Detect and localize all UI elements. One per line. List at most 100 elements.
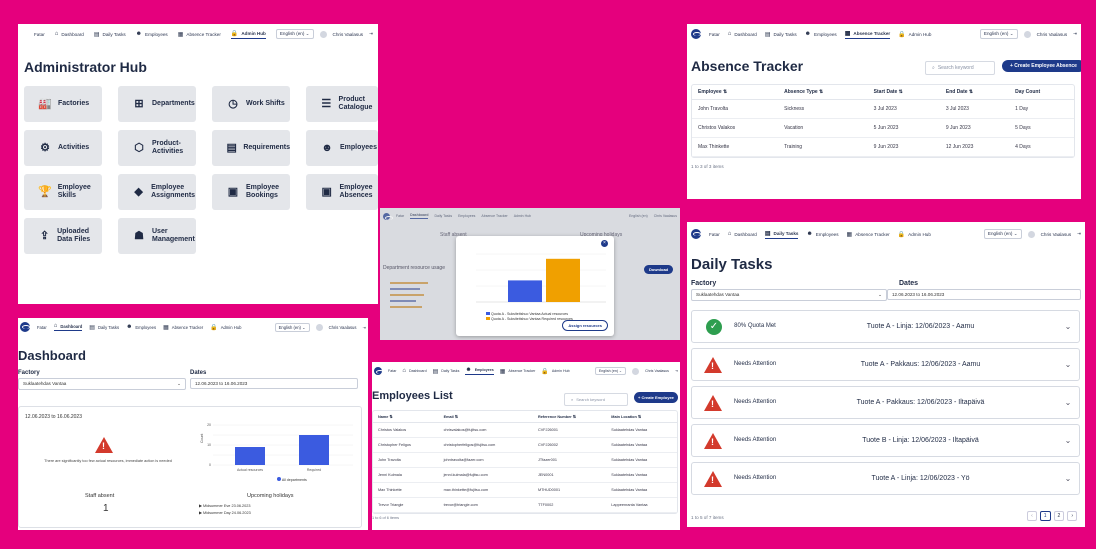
tile-employee-assignments[interactable]: ◆ Employee Assignments xyxy=(118,174,196,210)
logout-icon[interactable]: ⇥ xyxy=(1077,231,1081,237)
language-select[interactable]: English (en) ⌄ xyxy=(594,367,627,375)
nav-dashboard[interactable]: ⌂ Dashboard xyxy=(728,31,757,37)
tile-departments[interactable]: ⊞ Departments xyxy=(118,86,196,122)
col-email[interactable]: Email ⇅ xyxy=(438,411,533,423)
nav-absence-tracker[interactable]: ▦ Absence Tracker xyxy=(163,324,203,331)
tile-activities[interactable]: ⚙ Activities xyxy=(24,130,102,166)
tile-factories[interactable]: 🏭 Factories xyxy=(24,86,102,122)
logout-icon[interactable]: ⇥ xyxy=(675,369,678,373)
col-name[interactable]: Name ⇅ xyxy=(373,411,439,423)
nav-employees[interactable]: ☻ Employees xyxy=(126,324,156,330)
language-select[interactable]: English (en) ⌄ xyxy=(983,229,1022,239)
tile-employees[interactable]: ☻ Employees xyxy=(306,130,378,166)
col-employee[interactable]: Employee ⇅ xyxy=(692,85,779,100)
table-row[interactable]: John Travolta Sickness 3 Jul 2023 3 Jul 202… xyxy=(692,99,1074,119)
nav-absence-tracker[interactable]: ▦ Absence Tracker xyxy=(847,231,890,238)
tile-work-shifts[interactable]: ◷ Work Shifts xyxy=(212,86,290,122)
search-input[interactable]: ⌕ Search keyword xyxy=(925,61,995,75)
dates-input[interactable]: 12.06.2023 to 16.06.2023 xyxy=(887,289,1081,300)
nav-admin-hub[interactable]: 🔒 Admin Hub xyxy=(210,324,241,331)
nav-dashboard[interactable]: ⌂ Dashboard xyxy=(55,31,84,37)
task-row[interactable]: ! Needs Attention Tuote B - Linja: 12/06/2… xyxy=(691,424,1080,457)
task-row[interactable]: ! Needs Attention Tuote A - Linja: 12/06/2… xyxy=(691,462,1080,495)
table-row[interactable]: Christos Valakos chrisvalakos@fujitsu.com… xyxy=(373,422,677,438)
nav-employees[interactable]: ☻ Employees xyxy=(805,31,837,37)
table-row[interactable]: Christos Valakos Vacation 5 Jun 2023 9 Jun … xyxy=(692,118,1074,138)
next-page-button[interactable]: › xyxy=(1067,511,1077,521)
tile-uploaded-data-files[interactable]: ⇪ Uploaded Data Files xyxy=(24,218,102,254)
search-input[interactable]: ⌕ Search keyword xyxy=(564,393,628,406)
avatar[interactable] xyxy=(632,367,640,375)
chevron-down-icon[interactable]: ⌄ xyxy=(1057,436,1079,445)
download-button[interactable]: Download xyxy=(644,265,674,274)
nav-daily-tasks[interactable]: ▤ Daily Tasks xyxy=(433,368,460,375)
col-reference-number[interactable]: Reference Number ⇅ xyxy=(532,411,607,423)
close-icon[interactable]: × xyxy=(601,240,608,247)
tile-product-activities[interactable]: ⬡ Product-Activities xyxy=(118,130,196,166)
dates-input[interactable]: 12.06.2023 to 16.06.2023 xyxy=(190,378,358,389)
nav-absence-tracker[interactable]: Absence Tracker xyxy=(481,214,507,218)
create-employee-button[interactable]: + Create Employee xyxy=(634,392,678,403)
table-row[interactable]: Max Thinkette Training 9 Jun 2023 12 Jun 20… xyxy=(692,137,1074,157)
nav-absence-tracker[interactable]: ▦ Absence Tracker xyxy=(500,368,536,375)
brand-logo-icon[interactable] xyxy=(383,212,393,220)
nav-daily-tasks[interactable]: ▤ Daily Tasks xyxy=(765,31,797,38)
nav-daily-tasks[interactable]: ▤ Daily Tasks xyxy=(94,31,126,38)
tile-product-catalogue[interactable]: ☰ Product Catalogue xyxy=(306,86,378,122)
nav-daily-tasks[interactable]: ▤ Daily Tasks xyxy=(764,230,799,239)
nav-employees[interactable]: ☻ Employees xyxy=(806,231,838,237)
logout-icon[interactable]: ⇥ xyxy=(369,31,373,37)
factory-select[interactable]: Suklaatehdas Vantaa ⌄ xyxy=(18,378,186,390)
nav-admin-hub[interactable]: 🔒 Admin Hub xyxy=(230,30,266,39)
col-end-date[interactable]: End Date ⇅ xyxy=(939,85,1010,100)
language-select[interactable]: English (en) ⌄ xyxy=(274,322,310,332)
prev-page-button[interactable]: ‹ xyxy=(1027,511,1037,521)
nav-employees[interactable]: ☻ Employees xyxy=(136,31,168,37)
chevron-down-icon[interactable]: ⌄ xyxy=(1057,398,1079,407)
create-employee-absence-button[interactable]: + Create Employee Absence xyxy=(1002,60,1081,72)
nav-admin-hub[interactable]: 🔒 Admin Hub xyxy=(541,368,569,375)
language-select[interactable]: English (en) xyxy=(629,214,648,218)
nav-dashboard[interactable]: Dashboard xyxy=(410,213,429,219)
language-select[interactable]: English (en) ⌄ xyxy=(979,29,1018,39)
logout-icon[interactable]: ⇥ xyxy=(362,325,366,330)
avatar[interactable] xyxy=(1027,230,1035,238)
tile-employee-skills[interactable]: 🏆 Employee Skills xyxy=(24,174,102,210)
nav-absence-tracker[interactable]: ▦ Absence Tracker xyxy=(844,30,891,39)
assign-resources-button[interactable]: Assign resources xyxy=(562,320,608,331)
nav-admin-hub[interactable]: 🔒 Admin Hub xyxy=(898,31,931,38)
nav-dashboard[interactable]: ⌂ Dashboard xyxy=(728,231,757,237)
brand-logo-icon[interactable] xyxy=(691,29,701,39)
table-row[interactable]: John Travolta johntravolta@fazer.com JTfaz… xyxy=(373,452,677,468)
chevron-down-icon[interactable]: ⌄ xyxy=(1057,322,1079,331)
col-main-location[interactable]: Main Location ⇅ xyxy=(606,411,677,423)
table-row[interactable]: Max Thinkette max.thinkette@fujitsu.com MT… xyxy=(373,482,677,498)
task-row[interactable]: ✓ 80% Quota Met Tuote A - Linja: 12/06/202… xyxy=(691,310,1080,343)
col-start-date[interactable]: Start Date ⇅ xyxy=(867,85,940,100)
holiday-item[interactable]: ▶ Midsummer Eve 23.06.2023 xyxy=(199,503,250,508)
brand-logo-icon[interactable] xyxy=(20,322,30,332)
nav-employees[interactable]: Employees xyxy=(458,214,475,218)
nav-dashboard[interactable]: ⌂ Dashboard xyxy=(53,323,83,331)
nav-employees[interactable]: ☻ Employees xyxy=(465,367,494,375)
task-row[interactable]: ! Needs Attention Tuote A - Pakkaus: 12/06… xyxy=(691,348,1080,381)
brand-logo-icon[interactable] xyxy=(374,367,384,375)
nav-daily-tasks[interactable]: Daily Tasks xyxy=(434,214,452,218)
brand-logo-icon[interactable] xyxy=(691,229,701,239)
table-row[interactable]: Jenni Kulmala jenni.kulmala@fujitsu.com JE… xyxy=(373,467,677,483)
avatar[interactable] xyxy=(1023,30,1031,38)
table-row[interactable]: Christopher Feligos christopherfeligos@fu… xyxy=(373,437,677,453)
chevron-down-icon[interactable]: ⌄ xyxy=(1057,474,1079,483)
task-row[interactable]: ! Needs Attention Tuote A - Pakkaus: 12/06… xyxy=(691,386,1080,419)
nav-dashboard[interactable]: ⌂ Dashboard xyxy=(402,368,426,374)
nav-absence-tracker[interactable]: ▦ Absence Tracker xyxy=(178,31,221,38)
col-absence-type[interactable]: Absence Type ⇅ xyxy=(778,85,868,100)
holiday-item[interactable]: ▶ Midsummer Day 24.06.2023 xyxy=(199,510,251,515)
language-select[interactable]: English (en) ⌄ xyxy=(275,29,314,39)
logout-icon[interactable]: ⇥ xyxy=(1073,31,1077,37)
tile-employee-absences[interactable]: ▣ Employee Absences xyxy=(306,174,378,210)
factory-select[interactable]: Suklaatehdas Vantaa ⌄ xyxy=(691,289,887,301)
nav-daily-tasks[interactable]: ▤ Daily Tasks xyxy=(89,324,119,331)
nav-admin-hub[interactable]: Admin Hub xyxy=(514,214,531,218)
chevron-down-icon[interactable]: ⌄ xyxy=(1057,360,1079,369)
